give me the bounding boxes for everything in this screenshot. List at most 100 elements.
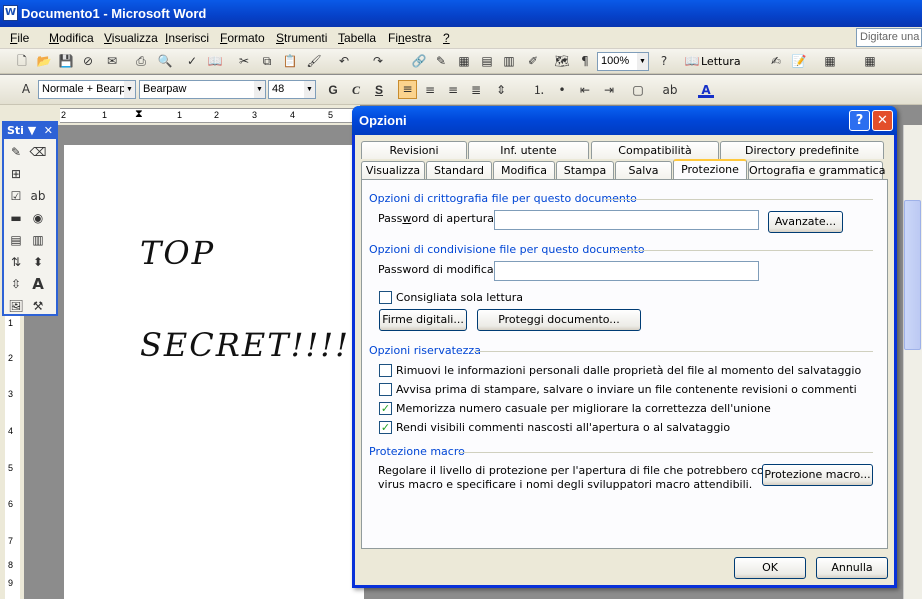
show-hide-icon[interactable]: ¶	[577, 53, 593, 69]
help-icon[interactable]: ?	[849, 110, 870, 131]
tab-modifica[interactable]: Modifica	[493, 161, 555, 179]
tools-icon[interactable]: ⚒	[29, 297, 47, 315]
toolbar-edit-icon[interactable]: ✍	[768, 53, 784, 69]
privacy-option-label[interactable]: Rendi visibili commenti nascosti all'ape…	[396, 421, 730, 434]
tab-stampa[interactable]: Stampa	[556, 161, 614, 179]
underline-button[interactable]: S	[371, 82, 387, 98]
tab-directory-predefinite[interactable]: Directory predefinite	[720, 141, 884, 159]
redo-icon[interactable]: ↷	[370, 53, 386, 69]
menu-item[interactable]: Tabella	[338, 31, 376, 45]
draw-table-icon[interactable]: ✎	[7, 143, 25, 161]
bullets-icon[interactable]: •	[554, 82, 570, 98]
tab-standard[interactable]: Standard	[426, 161, 492, 179]
advanced-button[interactable]: Avanzate...	[768, 211, 843, 233]
new-document-icon[interactable]: 🗋	[14, 53, 30, 69]
justify-icon[interactable]: ≣	[468, 82, 484, 98]
font-color-icon[interactable]: A	[698, 82, 714, 98]
paste-icon[interactable]: 📋	[282, 53, 298, 69]
reading-button[interactable]: Lettura	[701, 55, 741, 68]
image-control-icon[interactable]: 🖼	[7, 297, 25, 315]
toolbar-form-icon[interactable]: 📝	[791, 53, 807, 69]
cut-icon[interactable]: ✂	[236, 53, 252, 69]
privacy-checkbox[interactable]	[379, 383, 392, 396]
document-text-line[interactable]: TOP	[140, 234, 215, 272]
vertical-scrollbar[interactable]	[903, 125, 922, 599]
scrollbar-control-icon[interactable]: ⇳	[7, 275, 25, 293]
italic-button[interactable]: C	[348, 82, 364, 98]
document-map-icon[interactable]: 🗺	[554, 53, 570, 69]
document-page[interactable]	[64, 145, 364, 599]
password-open-input[interactable]	[494, 210, 759, 230]
digital-signatures-button[interactable]: Firme digitali...	[379, 309, 467, 331]
columns-icon[interactable]: ▥	[501, 53, 517, 69]
read-icon[interactable]: 📖	[684, 53, 700, 69]
indent-marker-icon[interactable]: ⧗	[135, 107, 143, 121]
tab-revisioni[interactable]: Revisioni	[361, 141, 467, 159]
font-size-select[interactable]: 48 ▼	[268, 80, 316, 99]
format-painter-icon[interactable]: 🖌	[306, 53, 322, 69]
read-only-checkbox[interactable]	[379, 291, 392, 304]
line-spacing-icon[interactable]: ⇕	[493, 82, 509, 98]
eraser-icon[interactable]: ⌫	[29, 143, 47, 161]
password-modify-input[interactable]	[494, 261, 759, 281]
option-button-icon[interactable]: ◉	[29, 209, 47, 227]
toggle-icon[interactable]: ⇅	[7, 253, 25, 271]
checkbox-field-icon[interactable]: ☑	[7, 187, 25, 205]
research-icon[interactable]: 📖	[207, 53, 223, 69]
protect-document-button[interactable]: Proteggi documento...	[477, 309, 641, 331]
align-right-icon[interactable]: ≡	[445, 82, 461, 98]
increase-indent-icon[interactable]: ⇥	[601, 82, 617, 98]
menu-item[interactable]: Modifica	[49, 31, 94, 45]
border-icon[interactable]: ▢	[630, 82, 646, 98]
hyperlink-icon[interactable]: 🔗	[411, 53, 427, 69]
menu-item[interactable]: Formato	[220, 31, 265, 45]
close-icon[interactable]: ✕	[872, 110, 893, 131]
tab-salva[interactable]: Salva	[615, 161, 672, 179]
list-box-icon[interactable]: ▤	[7, 231, 25, 249]
grid-icon[interactable]: ▦	[822, 53, 838, 69]
style-select[interactable]: Normale + Bearp ▼	[38, 80, 136, 99]
ask-question-input[interactable]: Digitare una d	[856, 28, 922, 47]
tab-inf-utente[interactable]: Inf. utente	[468, 141, 589, 159]
scrollbar-thumb[interactable]	[904, 200, 921, 350]
privacy-option-label[interactable]: Memorizza numero casuale per migliorare …	[396, 402, 771, 415]
menu-item[interactable]: Visualizza	[104, 31, 158, 45]
save-icon[interactable]: 💾	[58, 53, 74, 69]
tab-protezione[interactable]: Protezione	[673, 159, 747, 179]
macro-security-button[interactable]: Protezione macro...	[762, 464, 873, 486]
tables-borders-icon[interactable]: ✎	[433, 53, 449, 69]
copy-icon[interactable]: ⧉	[259, 53, 275, 69]
button-control-icon[interactable]: ▬	[7, 209, 25, 227]
text-field-icon[interactable]: ab	[29, 187, 47, 205]
decrease-indent-icon[interactable]: ⇤	[577, 82, 593, 98]
table-icon[interactable]: ▦	[862, 53, 878, 69]
undo-icon[interactable]: ↶	[336, 53, 352, 69]
word-doc-icon[interactable]: W	[3, 5, 18, 21]
help-icon[interactable]: ?	[656, 53, 672, 69]
menu-item[interactable]: File	[10, 31, 29, 45]
document-text-line[interactable]: SECRET!!!!	[140, 326, 350, 364]
email-icon[interactable]: ✉	[104, 53, 120, 69]
zoom-select[interactable]: 100% ▼	[597, 52, 649, 71]
open-folder-icon[interactable]: 📂	[36, 53, 52, 69]
menu-item[interactable]: Inserisci	[165, 31, 209, 45]
menu-item[interactable]: Strumenti	[276, 31, 327, 45]
tab-ortografia-grammatica[interactable]: Ortografia e grammatica	[748, 161, 885, 179]
insert-excel-icon[interactable]: ▤	[479, 53, 495, 69]
highlight-icon[interactable]: ab	[662, 82, 678, 98]
privacy-checkbox[interactable]	[379, 364, 392, 377]
align-left-icon[interactable]: ≡	[398, 80, 417, 99]
align-center-icon[interactable]: ≡	[422, 82, 438, 98]
ok-button[interactable]: OK	[734, 557, 806, 579]
drawing-icon[interactable]: ✐	[525, 53, 541, 69]
combo-box-icon[interactable]: ▥	[29, 231, 47, 249]
spin-button-icon[interactable]: ⬍	[29, 253, 47, 271]
tab-visualizza[interactable]: Visualizza	[361, 161, 425, 179]
styles-pane-icon[interactable]: A	[18, 81, 34, 97]
print-preview-icon[interactable]: 🔍	[157, 53, 173, 69]
menu-item[interactable]: ?	[443, 31, 450, 45]
dialog-title-bar[interactable]: Opzioni	[352, 106, 897, 135]
bold-button[interactable]: G	[325, 82, 341, 98]
form-field-icon[interactable]: ⊞	[7, 165, 25, 183]
tab-compatibilita[interactable]: Compatibilità	[591, 141, 719, 159]
